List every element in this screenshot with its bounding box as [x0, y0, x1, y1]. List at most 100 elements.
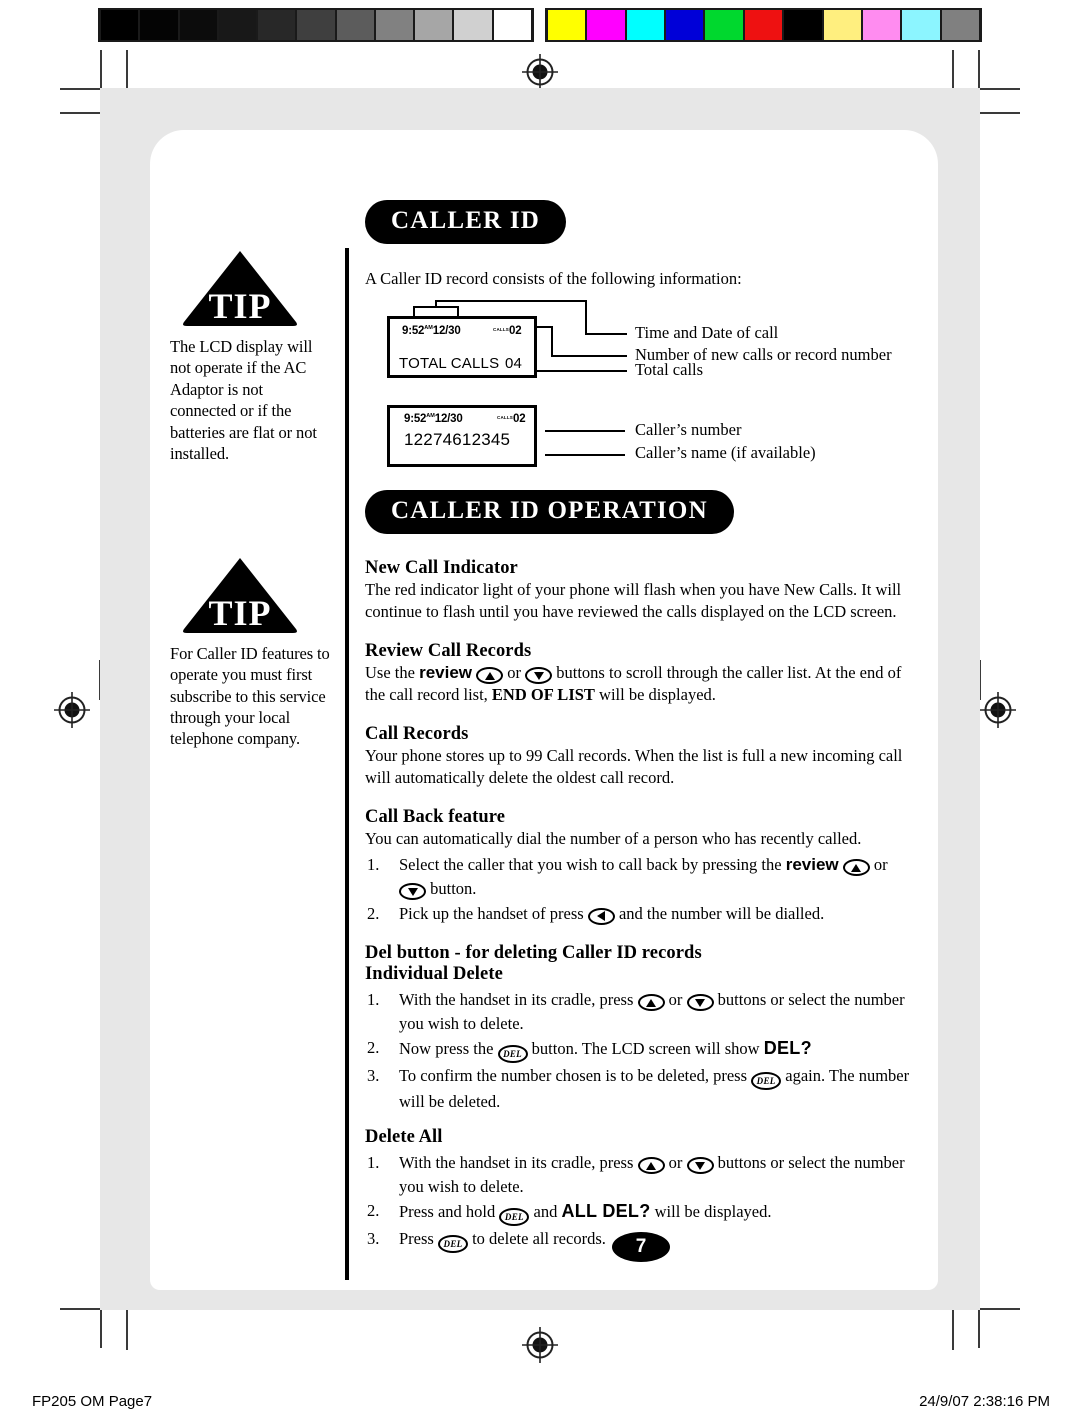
list-item: 2. Now press the DEL button. The LCD scr… — [365, 1036, 920, 1063]
lcd-record-diagram: 9:52AM12/30 CALLS02 TOTAL CALLS 04 9:52A… — [365, 299, 920, 480]
lcd-date: 12/30 — [434, 412, 463, 425]
paragraph-call-records: Your phone stores up to 99 Call records.… — [365, 746, 903, 788]
leader-callername-h — [545, 453, 625, 456]
steps-individual-delete: 1. With the handset in its cradle, press… — [365, 988, 920, 1113]
registration-target-top-icon — [522, 54, 558, 90]
steps-call-back: 1. Select the caller that you wish to ca… — [365, 853, 920, 925]
leader-newcalls-h — [551, 354, 627, 357]
text-fragment: Use the — [365, 662, 415, 682]
color-swatch-5 — [744, 10, 783, 40]
grayscale-swatch-7 — [375, 10, 414, 40]
page-number-badge: 7 — [612, 1232, 670, 1262]
del-button-icon[interactable]: DEL — [751, 1071, 782, 1090]
text-fragment: Pick up the handset of press — [399, 903, 584, 923]
grayscale-swatch-5 — [297, 10, 335, 40]
tip-triangle-icon: TIP — [180, 555, 300, 633]
down-arrow-button-icon[interactable] — [525, 666, 553, 684]
text-fragment: Press — [399, 1229, 434, 1249]
text-fragment: or — [873, 855, 888, 875]
leader-newcalls-stub — [537, 325, 553, 328]
grayscale-swatch-6 — [336, 10, 374, 40]
subheading-delete-all: Delete All — [365, 1127, 443, 1148]
text-fragment: button. — [430, 879, 477, 899]
up-arrow-button-icon[interactable] — [637, 1157, 665, 1175]
text-fragment: To confirm the number chosen is to be de… — [399, 1065, 747, 1085]
crop-mark-tr-h2 — [976, 112, 1020, 114]
print-calibration-bars — [0, 8, 1080, 42]
color-swatch-7 — [823, 10, 861, 40]
del-button-icon[interactable]: DEL — [437, 1235, 468, 1254]
color-swatch-8 — [862, 10, 901, 40]
lcd-date: 12/30 — [432, 324, 461, 337]
down-arrow-button-icon[interactable] — [686, 994, 714, 1012]
color-swatch-9 — [902, 10, 940, 40]
crop-mark-tr-v2 — [952, 50, 954, 90]
callout-callers-number: Caller’s number — [635, 419, 742, 439]
lcd-prompt-del: DEL? — [763, 1037, 812, 1058]
paragraph-call-back-feature: You can automatically dial the number of… — [365, 829, 862, 849]
lcd-calls-label: CALLS — [497, 414, 513, 420]
lcd-time: 9:52 — [402, 324, 425, 337]
leader-newcalls-v — [551, 325, 553, 356]
crop-mark-br-v2 — [952, 1310, 954, 1350]
up-arrow-button-icon[interactable] — [476, 666, 504, 684]
left-arrow-button-icon[interactable] — [587, 907, 615, 925]
subheading-new-call-indicator: New Call Indicator — [365, 557, 518, 578]
paragraph-review-call-records: Use the review or buttons to scroll thro… — [365, 662, 920, 707]
text-fragment: Press and hold — [399, 1202, 496, 1222]
color-swatch-4 — [705, 10, 743, 40]
keyword-review: review — [419, 662, 473, 682]
list-item: 2. Pick up the handset of press and the … — [365, 902, 920, 925]
del-button-icon[interactable]: DEL — [497, 1044, 528, 1063]
callout-callers-name: Caller’s name (if available) — [635, 442, 816, 462]
down-arrow-button-icon[interactable] — [686, 1157, 714, 1175]
callout-time-date: Time and Date of call — [635, 322, 779, 342]
keyword-review: review — [785, 855, 839, 875]
bracket-riser-v — [435, 299, 437, 307]
crop-mark-tl-h2 — [60, 112, 104, 114]
color-swatch-2 — [626, 10, 665, 40]
crop-mark-tl-h — [60, 88, 104, 90]
leader-callernumber-h — [545, 429, 625, 432]
down-arrow-button-icon[interactable] — [399, 883, 426, 901]
lcd-screen-summary: 9:52AM12/30 CALLS02 TOTAL CALLS 04 — [387, 315, 537, 378]
column-divider — [345, 248, 349, 1280]
del-button-icon[interactable]: DEL — [499, 1208, 530, 1227]
list-item: 1. With the handset in its cradle, press… — [365, 1151, 920, 1198]
up-arrow-button-icon[interactable] — [842, 859, 870, 877]
list-item: 3. To confirm the number chosen is to be… — [365, 1064, 920, 1113]
text-fragment: button. The LCD screen will show — [531, 1038, 760, 1058]
main-content-column: CALLER ID A Caller ID record consists of… — [365, 200, 920, 1254]
section-heading-caller-id: CALLER ID — [365, 200, 567, 244]
text-fragment: will be displayed. — [654, 1202, 772, 1222]
lcd-time-date-row: 9:52AM12/30 — [404, 413, 463, 425]
text-fragment: or — [507, 662, 522, 682]
text-fragment: Now press the — [399, 1038, 494, 1058]
registration-target-left-icon — [54, 692, 90, 728]
grayscale-swatch-9 — [454, 10, 492, 40]
grayscale-swatch-4 — [258, 10, 296, 40]
crop-mark-bl-v2 — [126, 1310, 128, 1350]
tip-label: TIP — [208, 286, 271, 326]
registration-target-right-icon — [980, 692, 1016, 728]
lcd-total-calls-label: TOTAL CALLS — [399, 354, 500, 372]
tip-label: TIP — [208, 593, 271, 633]
lcd-time: 9:52 — [404, 412, 427, 425]
text-fragment: to delete all records. — [472, 1229, 606, 1249]
registration-target-bottom-icon — [522, 1327, 558, 1363]
paragraph-new-call-indicator: The red indicator light of your phone wi… — [365, 579, 902, 621]
text-fragment: or — [668, 1153, 683, 1173]
step-number: 2. — [367, 1037, 380, 1057]
section-heading-caller-id-operation: CALLER ID OPERATION — [365, 489, 734, 534]
up-arrow-button-icon[interactable] — [637, 994, 665, 1012]
tip-triangle-icon: TIP — [180, 248, 300, 326]
list-item: 2. Press and hold DEL and ALL DEL? will … — [365, 1199, 920, 1227]
text-fragment: With the handset in its cradle, press — [399, 1153, 634, 1173]
text-fragment: With the handset in its cradle, press — [399, 990, 634, 1010]
lcd-calls-value: 02 — [513, 412, 526, 425]
caller-id-intro-text: A Caller ID record consists of the follo… — [365, 269, 742, 288]
list-item: 1. Select the caller that you wish to ca… — [365, 853, 920, 901]
color-swatch-0 — [548, 10, 586, 40]
grayscale-swatch-0 — [101, 10, 139, 40]
tip-text-subscribe: For Caller ID features to operate you mu… — [170, 643, 330, 749]
